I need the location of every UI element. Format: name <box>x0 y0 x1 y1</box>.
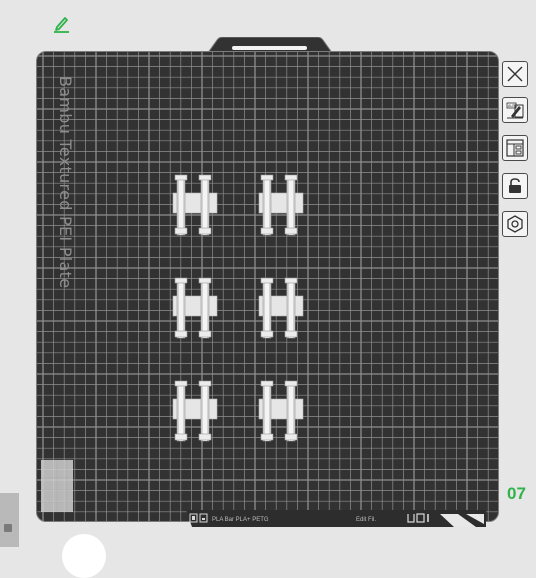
plate-type-label: Bambu Textured PEI Plate <box>56 76 75 289</box>
edit-plate-icon[interactable] <box>52 13 72 33</box>
edit-filament-text: Edit Fil. <box>356 517 376 523</box>
model-part <box>258 277 304 339</box>
plate-settings-button[interactable] <box>502 211 528 237</box>
model-part <box>258 174 304 236</box>
panel-tab-marker <box>4 524 12 532</box>
partial-circle-control[interactable] <box>62 534 106 578</box>
model-part <box>258 380 304 442</box>
auto-orient-icon: AUTO <box>506 102 524 119</box>
settings-icon <box>507 215 523 233</box>
model-part <box>172 380 218 442</box>
filament-list-text: PLA Bar PLA+ PETG <box>212 517 269 523</box>
arrange-button[interactable] <box>502 135 528 161</box>
close-icon <box>507 66 523 82</box>
left-panel-tab[interactable] <box>0 493 19 547</box>
parts-layer <box>172 174 304 442</box>
lock-icon <box>509 178 521 193</box>
filament-status-strip[interactable]: PLA Bar PLA+ PETG Edit Fil. <box>186 510 486 527</box>
lock-button[interactable] <box>502 173 528 199</box>
build-plate[interactable] <box>36 51 499 522</box>
model-part <box>172 174 218 236</box>
close-button[interactable] <box>502 61 528 87</box>
plate-number: 07 <box>507 484 526 503</box>
model-part <box>172 277 218 339</box>
arrange-icon <box>506 139 524 157</box>
auto-orient-button[interactable]: AUTO <box>502 97 528 123</box>
